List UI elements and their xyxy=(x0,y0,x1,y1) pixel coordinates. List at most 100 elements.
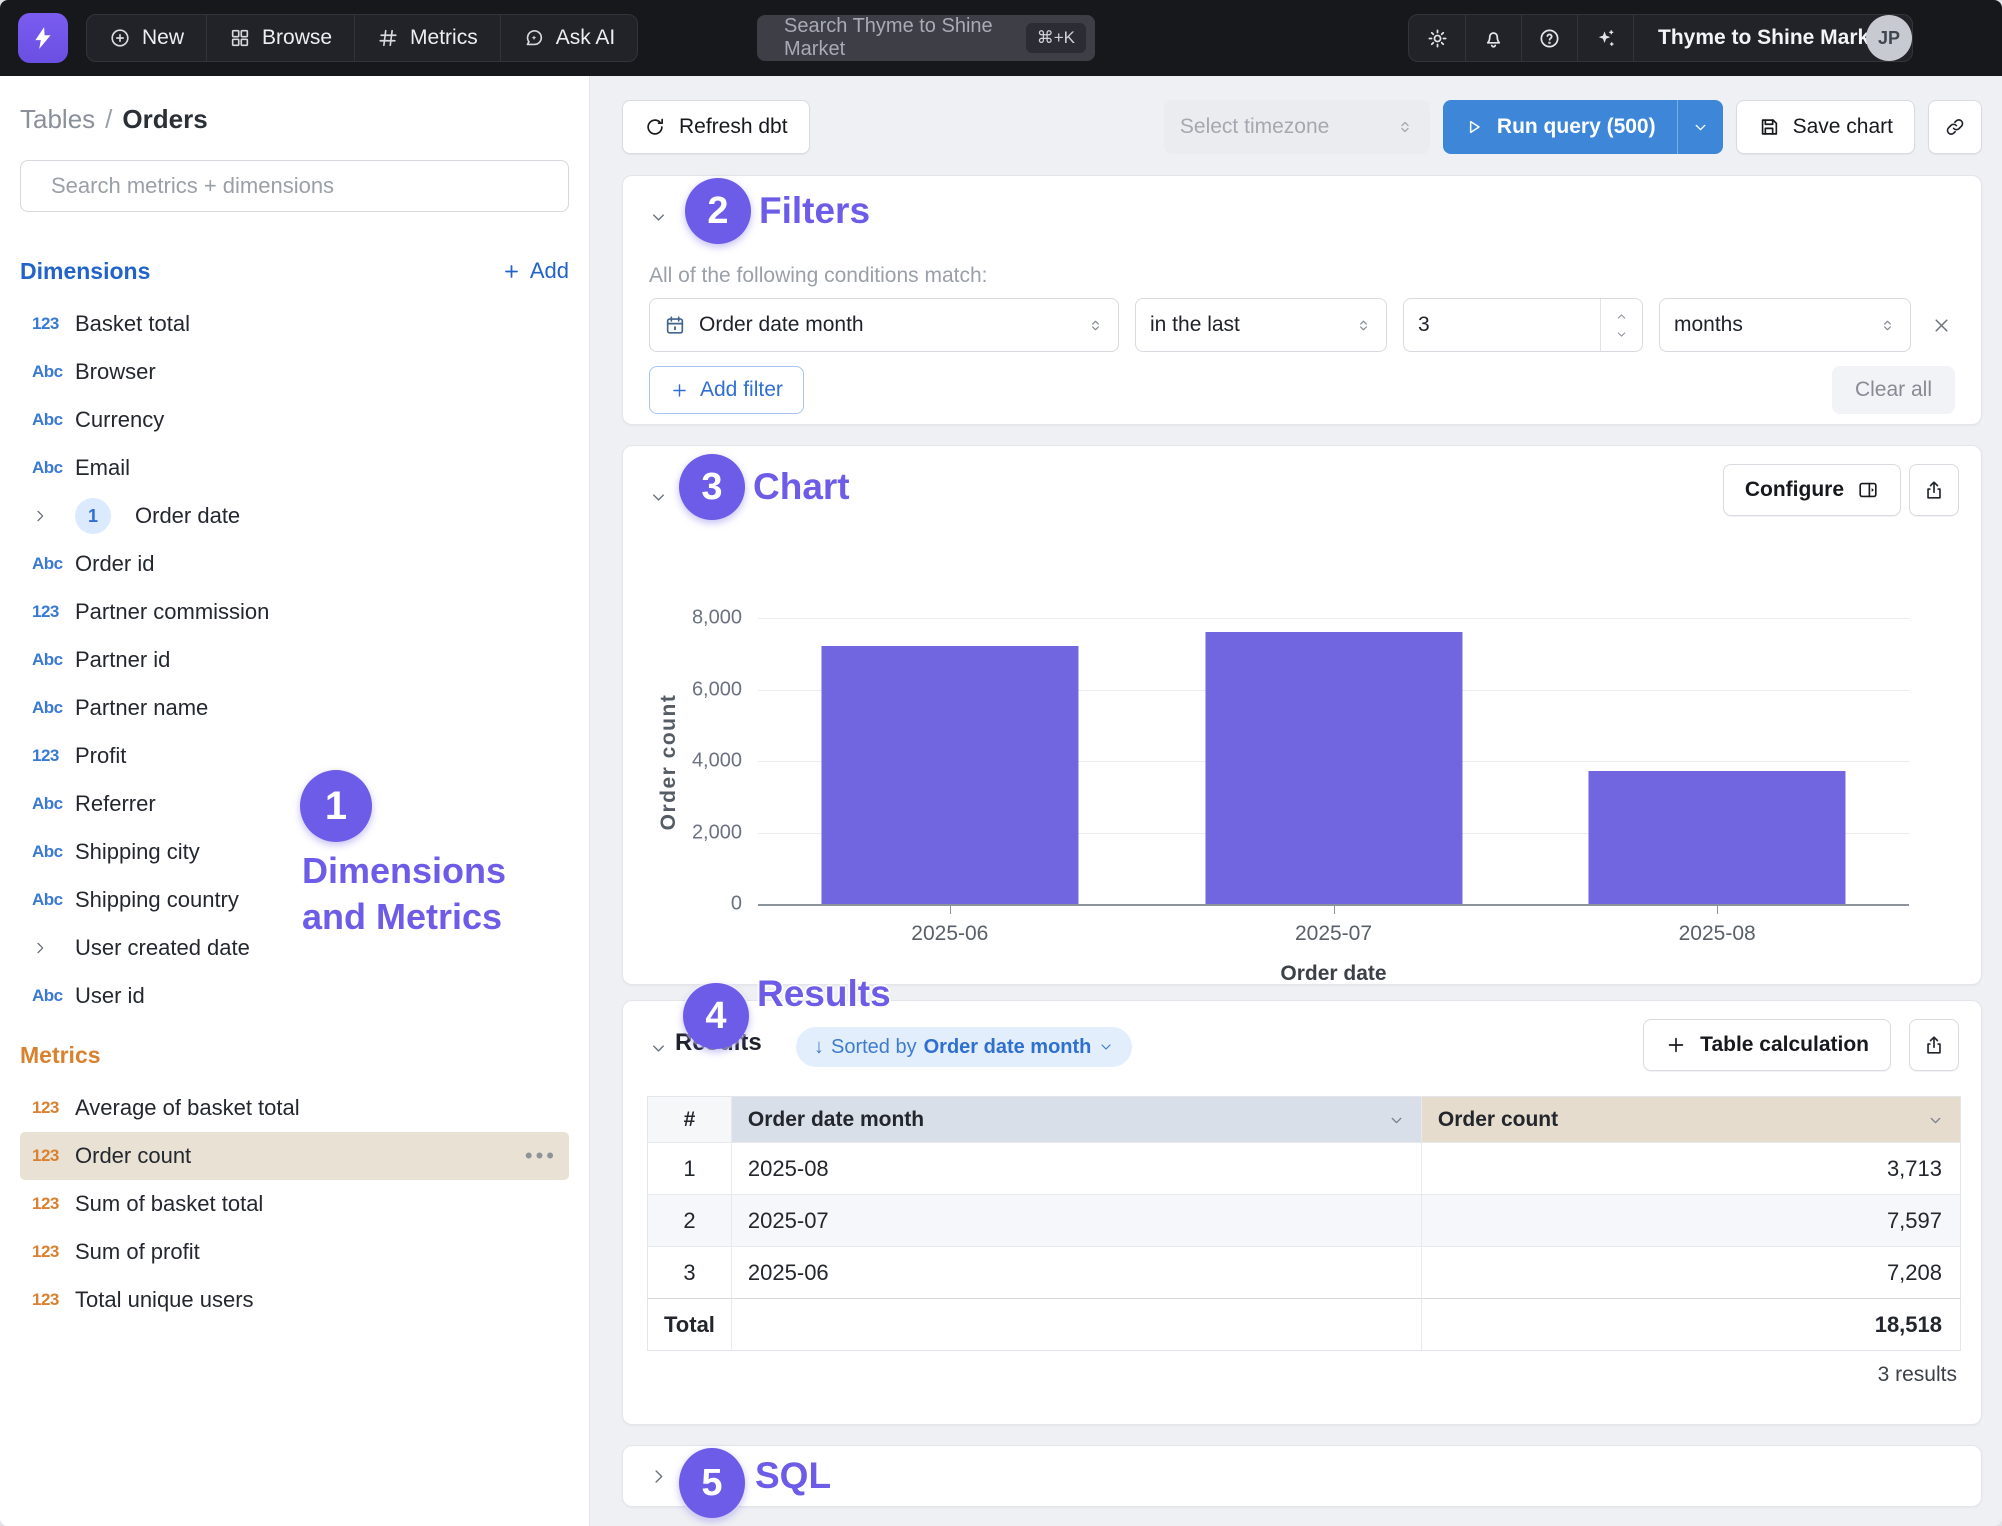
metric-item-sum-of-profit[interactable]: 123Sum of profit xyxy=(20,1228,569,1276)
table-calculation-label: Table calculation xyxy=(1700,1033,1869,1057)
metric-item-total-unique-users[interactable]: 123Total unique users xyxy=(20,1276,569,1324)
configure-chart-button[interactable]: Configure xyxy=(1723,464,1901,516)
nav-item-ask-ai[interactable]: Ask AI xyxy=(500,15,638,61)
dimension-item-profit[interactable]: 123Profit xyxy=(20,732,569,780)
numeric-metric-icon: 123 xyxy=(32,1098,75,1118)
order-count-cell[interactable]: 3,713 xyxy=(1421,1143,1960,1195)
dimension-item-order-id[interactable]: AbcOrder id xyxy=(20,540,569,588)
metric-item-order-count[interactable]: 123Order count••• xyxy=(20,1132,569,1180)
export-chart-button[interactable] xyxy=(1909,464,1959,516)
dimension-item-partner-commission[interactable]: 123Partner commission xyxy=(20,588,569,636)
add-dimension-button[interactable]: Add xyxy=(502,258,569,284)
plus-circle-icon xyxy=(109,27,131,49)
collapse-filters-chevron-icon[interactable] xyxy=(649,208,668,227)
bar-2025-06[interactable] xyxy=(821,646,1078,904)
dimension-item-browser[interactable]: AbcBrowser xyxy=(20,348,569,396)
collapse-chart-chevron-icon[interactable] xyxy=(649,488,668,507)
annotation-5-label: SQL xyxy=(755,1455,831,1497)
dimension-item-partner-name[interactable]: AbcPartner name xyxy=(20,684,569,732)
chevron-down-icon[interactable] xyxy=(1927,1112,1944,1129)
chevron-right-icon[interactable] xyxy=(32,508,75,524)
metric-item-sum-of-basket-total[interactable]: 123Sum of basket total xyxy=(20,1180,569,1228)
breadcrumb-current-table: Orders xyxy=(122,104,207,134)
global-search-input[interactable]: Search Thyme to Shine Market ⌘+K xyxy=(757,15,1095,61)
dimension-label: Profit xyxy=(75,743,126,769)
more-options-icon[interactable]: ••• xyxy=(525,1151,557,1161)
timezone-select[interactable]: Select timezone xyxy=(1164,100,1430,154)
dimension-label: Basket total xyxy=(75,311,190,337)
explore-main-area: Refresh dbt Select timezone Run query (5… xyxy=(590,76,2002,1526)
app-logo[interactable] xyxy=(18,13,68,63)
order-count-cell[interactable]: 7,208 xyxy=(1421,1247,1960,1299)
export-results-button[interactable] xyxy=(1909,1019,1959,1071)
order-date-month-cell[interactable]: 2025-08 xyxy=(731,1143,1421,1195)
dimension-label: Order id xyxy=(75,551,154,577)
sparkles-icon xyxy=(1594,27,1617,50)
gear-button[interactable] xyxy=(1409,15,1465,61)
column-header-order-count[interactable]: Order count xyxy=(1421,1097,1960,1143)
query-toolbar: Refresh dbt Select timezone Run query (5… xyxy=(622,100,1982,154)
nav-item-label: Metrics xyxy=(410,26,478,50)
sidebar-panel-icon xyxy=(1857,479,1879,501)
search-shortcut-badge: ⌘+K xyxy=(1026,23,1086,53)
order-count-cell[interactable]: 7,597 xyxy=(1421,1195,1960,1247)
column-header-order-date-month[interactable]: Order date month xyxy=(731,1097,1421,1143)
metric-item-average-of-basket-total[interactable]: 123Average of basket total xyxy=(20,1084,569,1132)
filter-value-input[interactable]: 3 xyxy=(1403,298,1643,352)
copy-link-button[interactable] xyxy=(1928,100,1982,154)
dimension-item-currency[interactable]: AbcCurrency xyxy=(20,396,569,444)
help-button[interactable] xyxy=(1521,15,1577,61)
string-dimension-icon: Abc xyxy=(32,842,75,862)
sparkles-button[interactable] xyxy=(1577,15,1633,61)
order-date-month-cell[interactable]: 2025-06 xyxy=(731,1247,1421,1299)
filter-field-select[interactable]: Order date month xyxy=(649,298,1119,352)
dimension-item-basket-total[interactable]: 123Basket total xyxy=(20,300,569,348)
nav-item-metrics[interactable]: Metrics xyxy=(354,15,500,61)
filter-operator-select[interactable]: in the last xyxy=(1135,298,1387,352)
breadcrumb-tables-link[interactable]: Tables xyxy=(20,104,95,134)
collapse-results-chevron-icon[interactable] xyxy=(649,1039,668,1058)
bell-icon xyxy=(1482,27,1505,50)
table-row-2025-07: 22025-077,597 xyxy=(648,1195,1961,1247)
filter-unit-select[interactable]: months xyxy=(1659,298,1911,352)
dimension-item-user-id[interactable]: AbcUser id xyxy=(20,972,569,1020)
filter-field-value: Order date month xyxy=(699,313,864,337)
order-date-month-cell[interactable]: 2025-07 xyxy=(731,1195,1421,1247)
plus-icon xyxy=(502,262,521,281)
dimension-item-partner-id[interactable]: AbcPartner id xyxy=(20,636,569,684)
numeric-metric-icon: 123 xyxy=(32,1242,75,1262)
number-stepper[interactable] xyxy=(1600,299,1642,351)
play-icon xyxy=(1464,117,1484,137)
metrics-header: Metrics xyxy=(20,1042,569,1068)
results-table: # Order date month Order count 12025-083… xyxy=(647,1096,1961,1351)
select-arrows-icon xyxy=(1879,317,1896,334)
save-chart-button[interactable]: Save chart xyxy=(1736,100,1915,154)
remove-filter-button[interactable] xyxy=(1931,315,1952,336)
nav-item-browse[interactable]: Browse xyxy=(206,15,354,61)
numeric-metric-icon: 123 xyxy=(32,1194,75,1214)
sorted-by-pill[interactable]: ↓ Sorted by Order date month xyxy=(796,1027,1132,1067)
add-filter-button[interactable]: Add filter xyxy=(649,366,804,414)
nav-item-new[interactable]: New xyxy=(87,15,206,61)
dimension-item-order-date[interactable]: 1Order date xyxy=(20,492,569,540)
chevron-down-icon[interactable] xyxy=(1388,1112,1405,1129)
bell-button[interactable] xyxy=(1465,15,1521,61)
refresh-dbt-button[interactable]: Refresh dbt xyxy=(622,100,810,154)
run-query-button[interactable]: Run query (500) xyxy=(1443,100,1677,154)
fields-search-input[interactable]: Search metrics + dimensions xyxy=(20,160,569,212)
expand-sql-chevron-icon[interactable] xyxy=(649,1467,668,1486)
clear-all-filters-button[interactable]: Clear all xyxy=(1832,366,1955,414)
chevron-right-icon[interactable] xyxy=(32,940,75,956)
timezone-placeholder: Select timezone xyxy=(1180,115,1329,139)
dimension-item-referrer[interactable]: AbcReferrer xyxy=(20,780,569,828)
run-query-options-button[interactable] xyxy=(1677,100,1723,154)
annotation-3-label: Chart xyxy=(753,466,850,508)
user-avatar[interactable]: JP xyxy=(1866,15,1912,61)
add-filter-label: Add filter xyxy=(700,378,783,402)
bar-2025-07[interactable] xyxy=(1205,632,1462,904)
dimension-item-email[interactable]: AbcEmail xyxy=(20,444,569,492)
plus-icon xyxy=(1665,1034,1687,1056)
bar-2025-08[interactable] xyxy=(1589,771,1846,904)
table-calculation-button[interactable]: Table calculation xyxy=(1643,1019,1891,1071)
y-axis-tick-label: 6,000 xyxy=(692,678,742,701)
